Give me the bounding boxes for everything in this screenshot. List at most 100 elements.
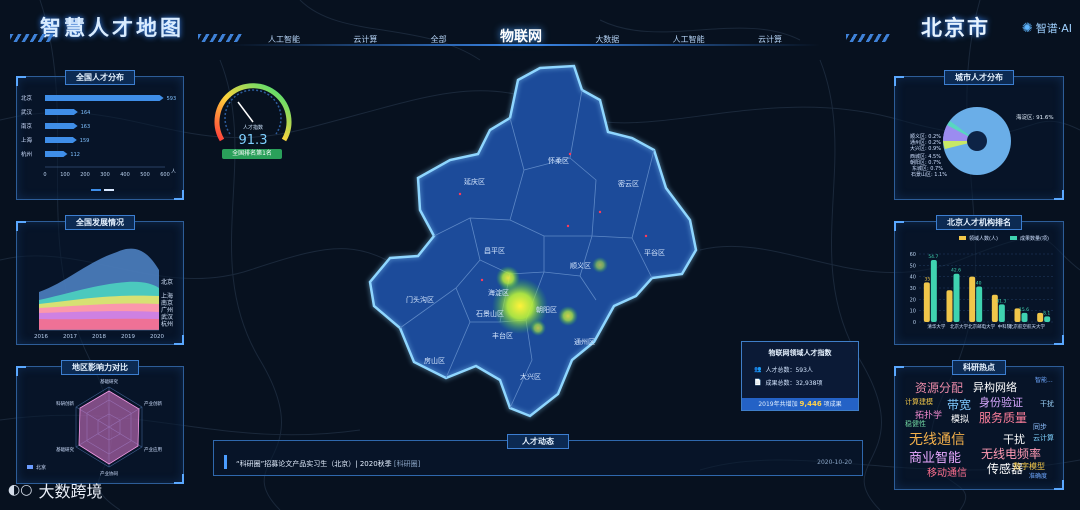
pie-label: 大兴区: 0.9%: [910, 145, 941, 152]
influence-radar: 基础研究 产业创新 产业应用 产业协同 基础研究 科研创新 北京: [27, 378, 162, 477]
hot-topic-tag[interactable]: 准确度: [1029, 471, 1047, 480]
pie-label: 东城区: 0.7%: [912, 165, 943, 172]
x-tick: 500: [140, 172, 150, 178]
beijing-map: 延庆区 怀柔区 密云区 昌平区 平谷区 顺义区 门头沟区 海淀区 石景山区 朝阳…: [360, 60, 710, 430]
nav-item-ai-2[interactable]: 人工智能: [673, 34, 705, 45]
hot-topic-tag[interactable]: 同步: [1033, 422, 1047, 432]
index-results-row: 📄 成果总数：32,938项: [754, 378, 858, 387]
gauge-arc: [214, 83, 292, 142]
index-card-footer: 2019年共增加 9,446 项成果: [742, 398, 858, 410]
radar-legend: 北京: [36, 464, 46, 471]
y-tick: 30: [910, 286, 916, 292]
gauge-needle: [237, 101, 254, 123]
national-dev-chart: 北京 上海 南京 广州 武汉 杭州 2016 2017 2018 2019 20…: [34, 248, 173, 340]
y-tick: 60: [910, 252, 916, 258]
index-people-text: 人才总数：593人: [765, 367, 813, 374]
hot-topic-tag[interactable]: 稳健性: [905, 419, 926, 429]
district-label-miyun: 密云区: [618, 180, 639, 188]
bar-results: [1044, 316, 1051, 322]
bar-category-label: 杭州: [21, 150, 32, 158]
nav-item-ai[interactable]: 人工智能: [268, 34, 300, 45]
legend-swatch-people: [959, 236, 966, 240]
bar: [45, 109, 78, 115]
pie-label: 西城区: 4.5%: [910, 153, 941, 160]
bar-results: [953, 273, 960, 322]
panel-influence: 地区影响力对比 基础研究 产业创新 产业应用 产业协同 基础研究 科研创新 北京: [16, 360, 184, 484]
hot-topic-tag[interactable]: 资源分配: [915, 379, 963, 396]
legend-results: 成果数量(项): [1020, 235, 1049, 242]
nav-item-all[interactable]: 全部: [431, 34, 447, 45]
hot-topic-tag[interactable]: 计算建模: [905, 397, 933, 407]
talent-news-panel: 人才动态 “科研圈”招募论文产品实习生（北京）| 2020秋季 [科研圈] 20…: [213, 434, 863, 476]
legend-swatch: [27, 465, 33, 469]
bar-value-label: 164: [81, 110, 91, 116]
legend-swatch-results: [1010, 236, 1017, 240]
x-category-label: 北京航空航天大学: [1009, 323, 1045, 330]
panel-national-dev: 全国发展情况 北京 上海 南京 广州 武汉 杭州 2016 2017 2018 …: [16, 215, 184, 345]
hot-topic-tag[interactable]: 智能...: [1035, 375, 1053, 384]
hot-topic-tag[interactable]: 服务质量: [979, 409, 1027, 426]
panel-institutions: 北京人才机构排名 领域人数(人) 成果数量(项) 0 10 20 30 40 50 60 35…: [894, 215, 1064, 345]
bar-category-label: 南京: [21, 122, 33, 130]
district-label-mentougou: 门头沟区: [406, 296, 434, 304]
bar-category-label: 北京: [21, 94, 33, 102]
hot-topic-tag[interactable]: 无线通信: [909, 429, 965, 449]
bar-category-label: 上海: [21, 136, 33, 144]
district-label-shunyi: 顺义区: [570, 262, 591, 270]
news-item[interactable]: “科研圈”招募论文产品实习生（北京）| 2020秋季 [科研圈]: [236, 459, 420, 469]
bar-category-label: 武汉: [21, 108, 33, 116]
radar-axis-label: 基础研究: [100, 378, 118, 385]
bar-results: [976, 286, 983, 322]
x-tick: 400: [120, 172, 130, 178]
nav-item-bigdata[interactable]: 大数据: [595, 34, 619, 45]
x-category-label: 北京邮电大学: [968, 323, 995, 330]
panel-city-talent: 城市人才分布 海淀区: 91.6% 顺义区: 0.2% 通州区: 0.2% 大兴…: [894, 70, 1064, 200]
hot-topic-tag[interactable]: 移动通信: [927, 464, 967, 479]
hot-topic-tag[interactable]: 云计算: [1033, 433, 1054, 443]
brand-logo: ✺ 智谱·AI: [1022, 20, 1072, 36]
nav-item-iot[interactable]: 物联网: [500, 26, 542, 46]
gauge-value: 91.3: [239, 133, 268, 148]
pie-label: 通州区: 0.2%: [910, 139, 941, 146]
x-category-label: 北京大学: [950, 323, 968, 330]
bar: [45, 151, 68, 157]
stream-label-guangzhou: 广州: [161, 306, 173, 314]
national-talent-chart: 北京 593 武汉 164 南京 163 上海 159 杭州 112 0 100 200 300 400 50…: [21, 94, 176, 191]
document-icon: 📄: [754, 379, 762, 386]
district-label-fangshan: 房山区: [424, 357, 445, 365]
pie-label: 朝阳区: 0.7%: [910, 159, 941, 166]
x-category-label: 清华大学: [927, 323, 945, 330]
bar: [45, 123, 78, 129]
hot-topic-tag[interactable]: 带宽: [947, 396, 971, 413]
stream-label-nanjing: 南京: [161, 299, 173, 307]
panel-title: 全国人才分布: [65, 70, 135, 85]
bar-value-label: 112: [70, 152, 80, 158]
district-label-shijingshan: 石景山区: [476, 310, 504, 318]
y-tick: 50: [910, 263, 916, 269]
pager-dot-active[interactable]: [104, 189, 114, 191]
gauge-label: 人才指数: [243, 124, 263, 131]
hot-topic-tag[interactable]: 异构网络: [973, 379, 1017, 395]
hot-topic-tag[interactable]: 干扰: [1040, 399, 1054, 409]
nav-item-cloud-2[interactable]: 云计算: [758, 34, 782, 45]
district-label-chaoyang: 朝阳区: [536, 306, 557, 314]
bar-value-label: 8.1: [1043, 310, 1050, 316]
hot-topic-tag[interactable]: 模拟: [951, 412, 969, 425]
x-tick: 200: [80, 172, 90, 178]
radar-axis-label: 产业协同: [100, 470, 118, 477]
header-stripes-left-2: [198, 34, 242, 42]
axis-unit: 人: [171, 169, 176, 175]
bar-results: [1021, 312, 1028, 322]
pager-dot[interactable]: [91, 189, 101, 191]
tag-cloud: 资源分配 异构网络 智能... 计算建模 带宽 身份验证 干扰 拓扑学 模拟 服务质量 稳健性 同步无…: [895, 367, 1065, 491]
bar-people: [946, 290, 953, 322]
app-title: 智慧人才地图: [40, 16, 184, 40]
news-text: “科研圈”招募论文产品实习生（北京）| 2020秋季: [236, 460, 392, 468]
foot-value: 9,446: [799, 400, 822, 408]
nav-item-cloud[interactable]: 云计算: [353, 34, 377, 45]
x-tick: 2019: [121, 334, 135, 340]
brand-logo-text: 智谱·AI: [1035, 22, 1072, 35]
x-tick: 600: [160, 172, 170, 178]
hot-topic-tag[interactable]: 身份验证: [979, 394, 1023, 410]
news-source: [科研圈]: [393, 460, 421, 468]
